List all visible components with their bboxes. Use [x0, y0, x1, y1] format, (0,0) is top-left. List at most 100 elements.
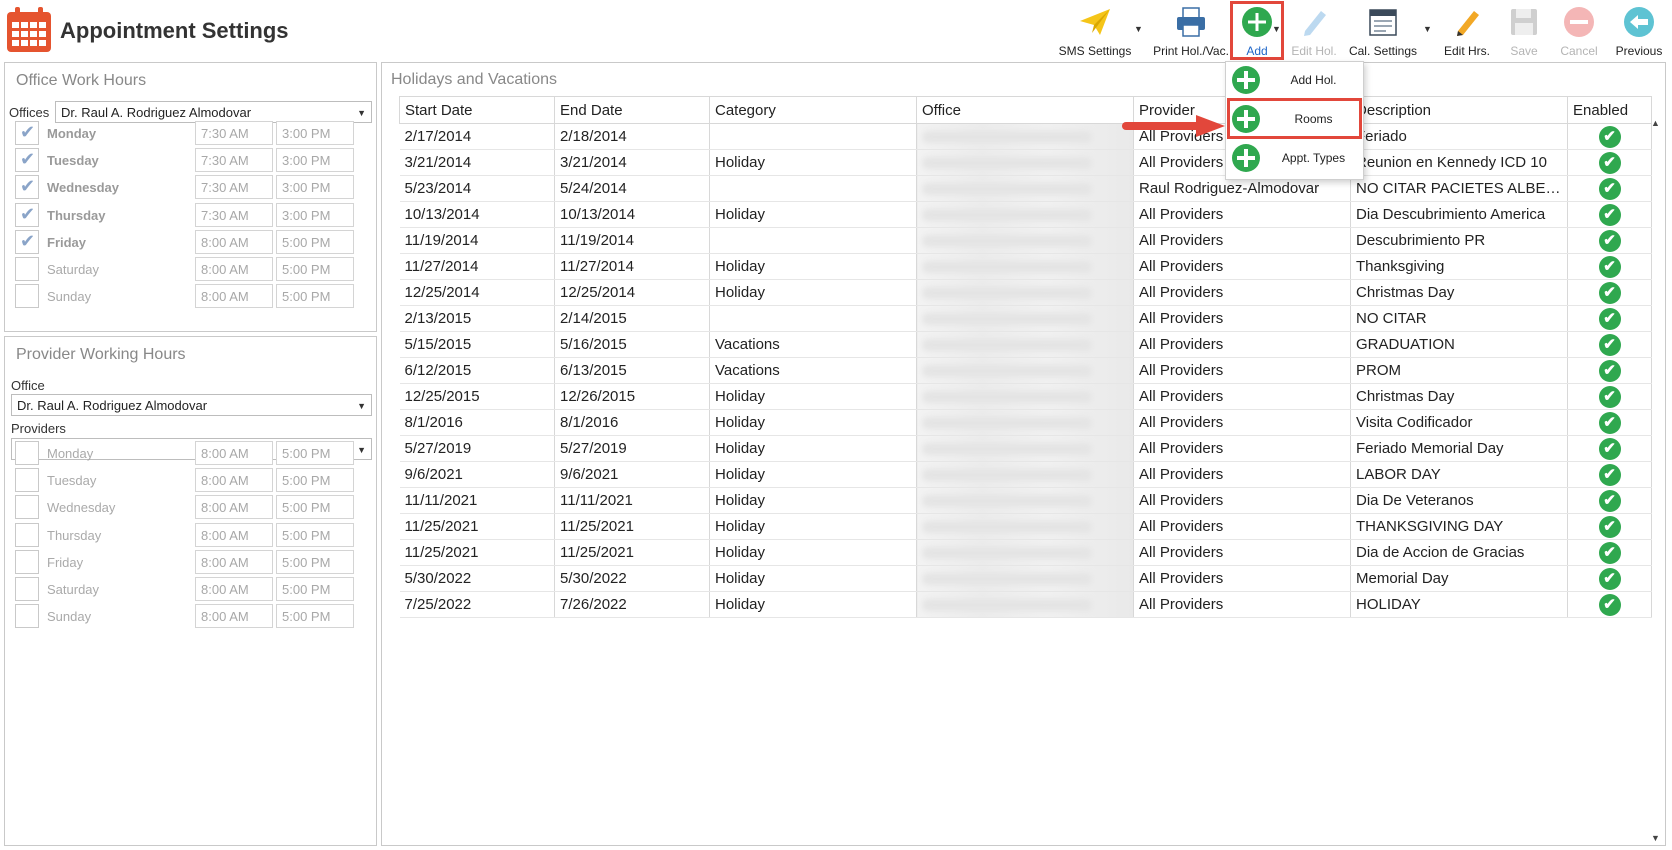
table-row[interactable]: 10/13/2014 10/13/2014 Holiday All Providers… — [399, 201, 1652, 228]
provider-day-checkbox[interactable] — [15, 522, 39, 547]
provider-day-checkbox[interactable] — [15, 441, 39, 465]
edit-hours-button[interactable]: Edit Hrs. — [1437, 2, 1497, 60]
office-start-time-field[interactable]: 8:00 AM — [195, 229, 273, 254]
office-end-time-field[interactable]: 3:00 PM — [276, 202, 354, 227]
enabled-cell[interactable]: ✔ — [1567, 591, 1652, 618]
table-row[interactable]: 3/21/2014 3/21/2014 Holiday All Providers Re… — [399, 149, 1652, 176]
enabled-cell[interactable]: ✔ — [1567, 435, 1652, 462]
table-row[interactable]: 7/25/2022 7/26/2022 Holiday All Providers HO… — [399, 591, 1652, 618]
provider-start-time-field[interactable]: 8:00 AM — [195, 522, 273, 547]
provider-end-time-field[interactable]: 5:00 PM — [276, 441, 354, 465]
column-header-start-date[interactable]: Start Date — [399, 96, 555, 124]
provider-day-checkbox[interactable] — [15, 495, 39, 520]
office-end-time-field[interactable]: 3:00 PM — [276, 148, 354, 173]
provider-end-time-field[interactable]: 5:00 PM — [276, 549, 354, 574]
table-row[interactable]: 6/12/2015 6/13/2015 Vacations All Providers… — [399, 357, 1652, 384]
enabled-cell[interactable]: ✔ — [1567, 487, 1652, 514]
provider-start-time-field[interactable]: 8:00 AM — [195, 441, 273, 465]
enabled-cell[interactable]: ✔ — [1567, 253, 1652, 280]
office-day-checkbox[interactable]: ✔ — [15, 175, 39, 200]
table-row[interactable]: 12/25/2014 12/25/2014 Holiday All Providers… — [399, 279, 1652, 306]
scroll-up-icon[interactable]: ▲ — [1651, 118, 1660, 128]
office-start-time-field[interactable]: 7:30 AM — [195, 121, 273, 145]
column-header-end-date[interactable]: End Date — [554, 96, 710, 124]
enabled-cell[interactable]: ✔ — [1567, 305, 1652, 332]
cal-settings-dropdown-caret[interactable]: ▼ — [1423, 24, 1432, 34]
enabled-cell[interactable]: ✔ — [1567, 175, 1652, 202]
office-day-checkbox[interactable]: ✔ — [15, 229, 39, 254]
table-row[interactable]: 5/15/2015 5/16/2015 Vacations All Providers… — [399, 331, 1652, 358]
provider-end-time-field[interactable]: 5:00 PM — [276, 495, 354, 520]
column-header-description[interactable]: Description — [1350, 96, 1568, 124]
office-end-time-field[interactable]: 3:00 PM — [276, 121, 354, 145]
office-start-time-field[interactable]: 8:00 AM — [195, 284, 273, 309]
enabled-cell[interactable]: ✔ — [1567, 383, 1652, 410]
office-start-time-field[interactable]: 7:30 AM — [195, 175, 273, 200]
office-end-time-field[interactable]: 5:00 PM — [276, 229, 354, 254]
enabled-cell[interactable]: ✔ — [1567, 227, 1652, 254]
sms-settings-button[interactable]: SMS Settings — [1057, 2, 1133, 60]
table-row[interactable]: 11/19/2014 11/19/2014 All Providers Descubr… — [399, 227, 1652, 254]
table-row[interactable]: 11/27/2014 11/27/2014 Holiday All Providers… — [399, 253, 1652, 280]
edit-holiday-button[interactable]: Edit Hol. — [1286, 2, 1342, 60]
office-day-checkbox[interactable]: ✔ — [15, 148, 39, 173]
previous-button[interactable]: Previous — [1610, 2, 1668, 60]
enabled-cell[interactable]: ✔ — [1567, 149, 1652, 176]
office-end-time-field[interactable]: 5:00 PM — [276, 284, 354, 309]
table-row[interactable]: 5/30/2022 5/30/2022 Holiday All Providers Me… — [399, 565, 1652, 592]
table-row[interactable]: 2/17/2014 2/18/2014 All Providers Feriado ✔ — [399, 123, 1652, 150]
table-row[interactable]: 11/11/2021 11/11/2021 Holiday All Providers… — [399, 487, 1652, 514]
table-row[interactable]: 9/6/2021 9/6/2021 Holiday All Providers LABO… — [399, 461, 1652, 488]
provider-start-time-field[interactable]: 8:00 AM — [195, 468, 273, 493]
provider-start-time-field[interactable]: 8:00 AM — [195, 604, 273, 629]
provider-start-time-field[interactable]: 8:00 AM — [195, 577, 273, 601]
provider-day-checkbox[interactable] — [15, 604, 39, 629]
save-button[interactable]: Save — [1500, 2, 1548, 60]
provider-day-checkbox[interactable] — [15, 549, 39, 574]
office-day-checkbox[interactable]: ✔ — [15, 202, 39, 227]
sms-dropdown-caret[interactable]: ▼ — [1134, 24, 1143, 34]
office-day-checkbox[interactable] — [15, 257, 39, 281]
office-day-checkbox[interactable] — [15, 284, 39, 309]
table-row[interactable]: 12/25/2015 12/26/2015 Holiday All Providers… — [399, 383, 1652, 410]
provider-start-time-field[interactable]: 8:00 AM — [195, 549, 273, 574]
column-header-enabled[interactable]: Enabled — [1567, 96, 1652, 124]
menu-item-add-holiday[interactable]: Add Hol. — [1226, 62, 1363, 98]
table-row[interactable]: 5/23/2014 5/24/2014 Raul Rodriguez-Almodov… — [399, 175, 1652, 202]
table-row[interactable]: 5/27/2019 5/27/2019 Holiday All Providers Fe… — [399, 435, 1652, 462]
office-start-time-field[interactable]: 8:00 AM — [195, 257, 273, 281]
enabled-cell[interactable]: ✔ — [1567, 279, 1652, 306]
menu-item-appt-types[interactable]: Appt. Types — [1226, 140, 1363, 176]
provider-start-time-field[interactable]: 8:00 AM — [195, 495, 273, 520]
enabled-cell[interactable]: ✔ — [1567, 513, 1652, 540]
provider-office-select[interactable]: Dr. Raul A. Rodriguez Almodovar ▼ — [11, 394, 372, 416]
enabled-cell[interactable]: ✔ — [1567, 201, 1652, 228]
calendar-settings-button[interactable]: Cal. Settings — [1346, 2, 1420, 60]
provider-day-checkbox[interactable] — [15, 577, 39, 601]
enabled-cell[interactable]: ✔ — [1567, 357, 1652, 384]
office-start-time-field[interactable]: 7:30 AM — [195, 148, 273, 173]
enabled-cell[interactable]: ✔ — [1567, 461, 1652, 488]
office-day-checkbox[interactable]: ✔ — [15, 121, 39, 145]
offices-select[interactable]: Dr. Raul A. Rodriguez Almodovar ▼ — [55, 101, 372, 123]
column-header-category[interactable]: Category — [709, 96, 917, 124]
table-row[interactable]: 8/1/2016 8/1/2016 Holiday All Providers Visi… — [399, 409, 1652, 436]
enabled-cell[interactable]: ✔ — [1567, 565, 1652, 592]
cancel-button[interactable]: Cancel — [1554, 2, 1604, 60]
provider-end-time-field[interactable]: 5:00 PM — [276, 604, 354, 629]
enabled-cell[interactable]: ✔ — [1567, 331, 1652, 358]
enabled-cell[interactable]: ✔ — [1567, 409, 1652, 436]
provider-end-time-field[interactable]: 5:00 PM — [276, 468, 354, 493]
provider-day-checkbox[interactable] — [15, 468, 39, 493]
office-start-time-field[interactable]: 7:30 AM — [195, 202, 273, 227]
table-row[interactable]: 11/25/2021 11/25/2021 Holiday All Providers… — [399, 539, 1652, 566]
table-row[interactable]: 2/13/2015 2/14/2015 All Providers NO CITAR ✔ — [399, 305, 1652, 332]
column-header-office[interactable]: Office — [916, 96, 1134, 124]
provider-end-time-field[interactable]: 5:00 PM — [276, 522, 354, 547]
vertical-scrollbar[interactable]: ▲ ▼ — [1649, 118, 1663, 843]
provider-end-time-field[interactable]: 5:00 PM — [276, 577, 354, 601]
enabled-cell[interactable]: ✔ — [1567, 539, 1652, 566]
scroll-down-icon[interactable]: ▼ — [1651, 833, 1660, 843]
table-row[interactable]: 11/25/2021 11/25/2021 Holiday All Providers… — [399, 513, 1652, 540]
office-end-time-field[interactable]: 3:00 PM — [276, 175, 354, 200]
